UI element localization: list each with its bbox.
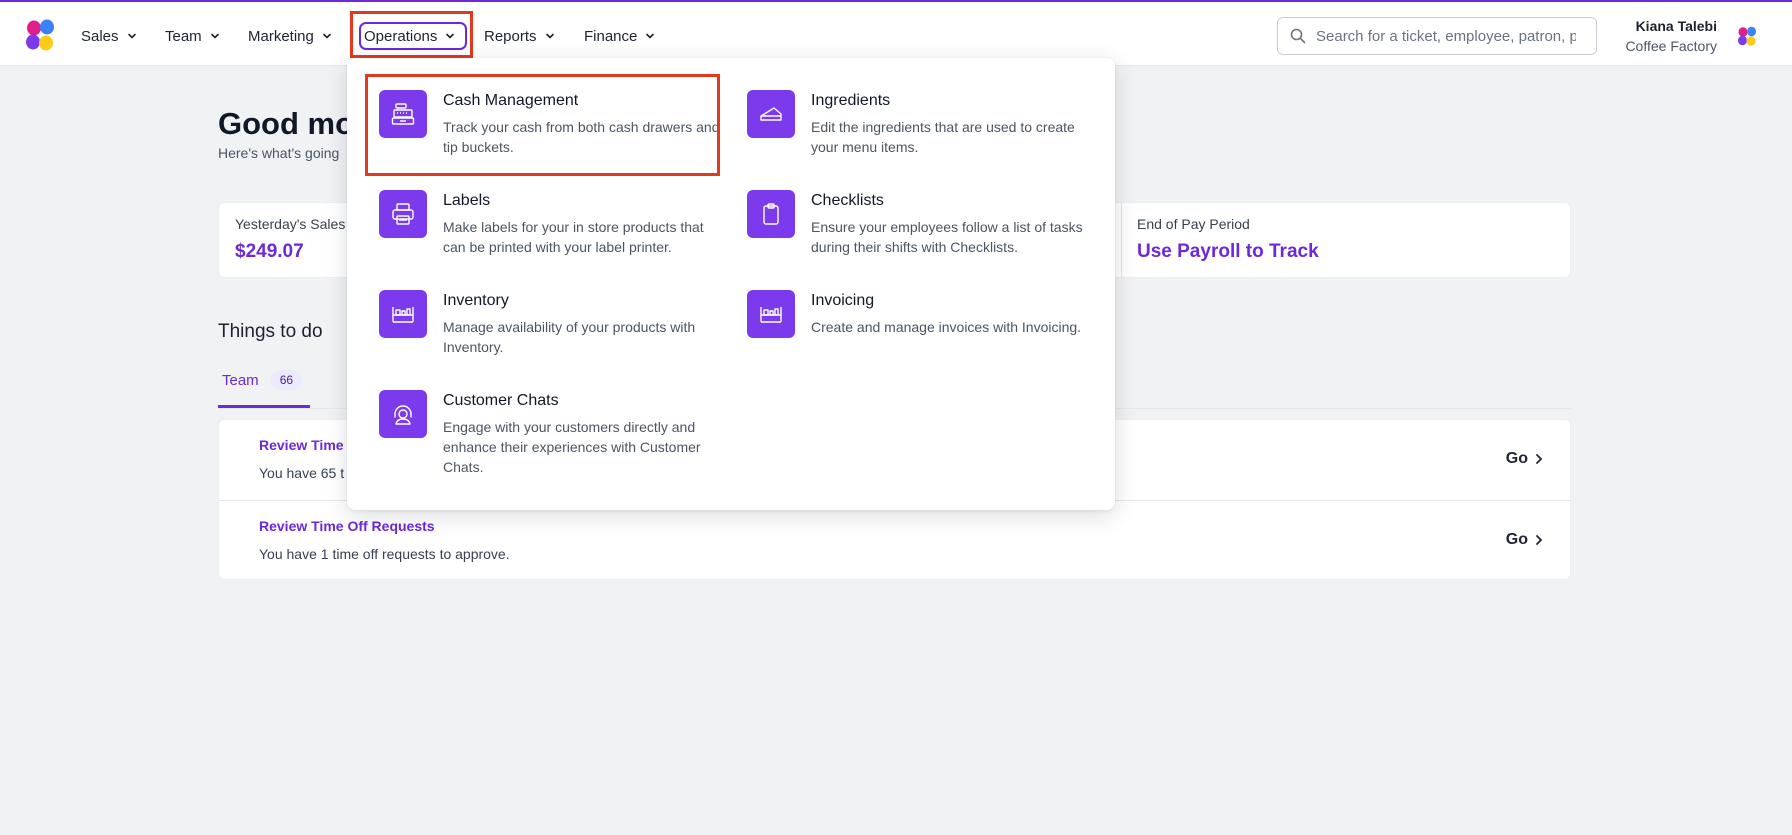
menu-item-inventory[interactable]: Inventory Manage availability of your pr… [379, 290, 719, 380]
nav-finance[interactable]: Finance [584, 23, 655, 49]
inventory-icon [379, 290, 427, 338]
menu-item-ingredients[interactable]: Ingredients Edit the ingredients that ar… [747, 90, 1087, 180]
chevron-down-icon [446, 33, 455, 39]
menu-item-title: Labels [443, 192, 491, 209]
go-label: Go [1505, 450, 1528, 467]
menu-item-desc: Track your cash from both cash drawers a… [443, 119, 720, 155]
chevron-right-icon [1536, 535, 1543, 545]
search-input[interactable] [1316, 27, 1576, 45]
page-greeting: Good mor [218, 106, 367, 141]
menu-item-checklists[interactable]: Checklists Ensure your employees follow … [747, 190, 1087, 280]
stat-yesterday-label: Yesterday's Sales [235, 216, 346, 232]
go-button[interactable]: Go [1506, 531, 1544, 549]
task-row: Review Time Off Requests You have 1 time… [219, 500, 1572, 580]
cash-register-icon [379, 90, 427, 138]
menu-item-desc: Engage with your customers directly and … [443, 419, 701, 475]
task-desc: You have 65 t [259, 465, 345, 481]
menu-item-title: Ingredients [811, 92, 891, 109]
menu-item-title: Checklists [811, 192, 884, 209]
stat-pay-label: End of Pay Period [1137, 216, 1250, 232]
task-title[interactable]: Review Time ( [259, 437, 352, 453]
tab-team-label: Team [222, 372, 259, 389]
chevron-down-icon [127, 33, 136, 39]
nav-team-label: Team [165, 27, 202, 45]
menu-item-title: Invoicing [811, 292, 875, 309]
chevron-down-icon [545, 33, 554, 39]
chevron-down-icon [646, 33, 655, 39]
printer-icon [379, 190, 427, 238]
headset-icon [379, 390, 427, 438]
go-label: Go [1505, 531, 1528, 548]
stat-pay-value[interactable]: Use Payroll to Track [1137, 241, 1319, 263]
nav-operations[interactable]: Operations [359, 22, 468, 50]
chevron-down-icon [210, 33, 219, 39]
go-button[interactable]: Go [1506, 450, 1544, 468]
search-icon [1290, 28, 1306, 44]
nav-team[interactable]: Team [165, 23, 220, 49]
todo-title: Things to do [218, 321, 323, 342]
menu-item-labels[interactable]: Labels Make labels for your in store pro… [379, 190, 719, 280]
menu-item-title: Inventory [443, 292, 509, 309]
stat-yesterday-value: $249.07 [235, 241, 304, 262]
menu-item-desc: Manage availability of your products wit… [443, 319, 696, 355]
nav-marketing-label: Marketing [248, 27, 314, 45]
menu-item-title: Customer Chats [443, 392, 559, 409]
account-menu-icon[interactable] [1736, 25, 1758, 47]
app-logo-icon[interactable] [22, 17, 58, 53]
chevron-down-icon [323, 33, 331, 39]
chevron-right-icon [1536, 454, 1543, 464]
top-navbar: Sales Team Marketing Operations Reports … [0, 2, 1792, 66]
tab-team-count-badge: 66 [270, 370, 303, 390]
user-org: Coffee Factory [1625, 38, 1717, 54]
nav-reports-label: Reports [484, 27, 537, 45]
nav-reports[interactable]: Reports [484, 23, 555, 49]
menu-item-desc: Edit the ingredients that are used to cr… [811, 119, 1075, 155]
invoicing-icon [747, 290, 795, 338]
page-subgreeting: Here's what's going [218, 145, 340, 161]
nav-marketing[interactable]: Marketing [248, 23, 332, 49]
user-name: Kiana Talebi [1635, 18, 1717, 34]
menu-item-customer-chats[interactable]: Customer Chats Engage with your customer… [379, 390, 719, 480]
nav-finance-label: Finance [584, 27, 638, 45]
menu-item-cash-management[interactable]: Cash Management Track your cash from bot… [379, 90, 720, 180]
nav-operations-label: Operations [364, 27, 438, 45]
menu-item-desc: Make labels for your in store products t… [443, 219, 704, 255]
tab-team[interactable]: Team 66 [218, 359, 310, 408]
menu-item-title: Cash Management [443, 92, 579, 109]
global-search[interactable] [1277, 17, 1597, 55]
task-desc: You have 1 time off requests to approve. [259, 546, 510, 562]
menu-item-desc: Ensure your employees follow a list of t… [811, 219, 1083, 255]
menu-item-invoicing[interactable]: Invoicing Create and manage invoices wit… [747, 290, 1087, 380]
nav-sales[interactable]: Sales [81, 23, 137, 49]
menu-item-desc: Create and manage invoices with Invoicin… [811, 319, 1082, 335]
clipboard-icon [747, 190, 795, 238]
ingredients-icon [747, 90, 795, 138]
operations-dropdown-menu: Cash Management Track your cash from bot… [347, 58, 1115, 510]
stat-divider [1121, 203, 1122, 279]
nav-sales-label: Sales [81, 27, 119, 45]
task-title[interactable]: Review Time Off Requests [259, 518, 435, 534]
